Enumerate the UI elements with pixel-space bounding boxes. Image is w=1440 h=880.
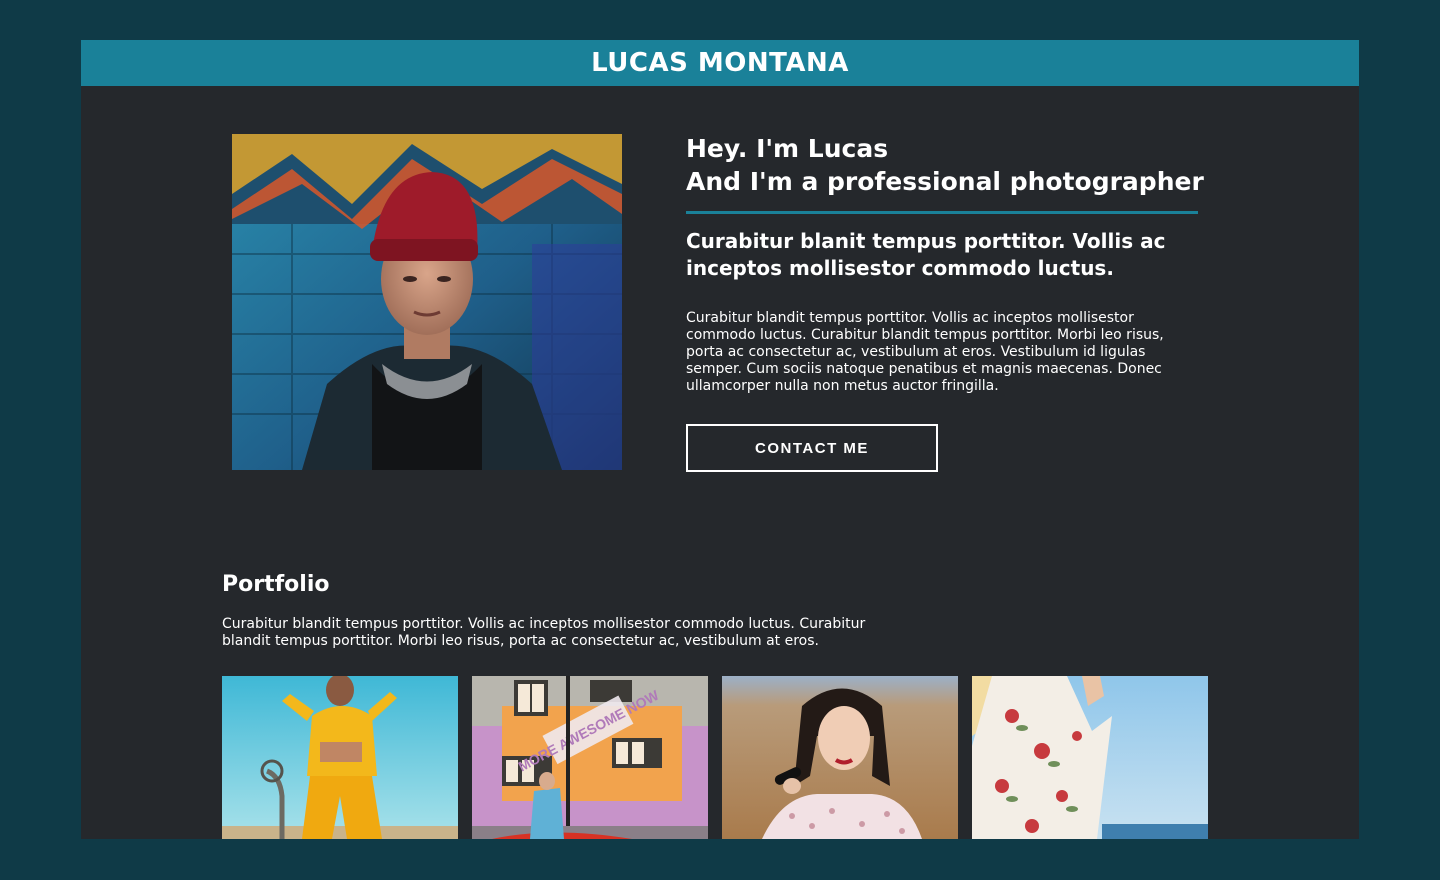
hero-portrait-photo <box>232 134 622 470</box>
hero-subheading: Curabitur blanit tempus porttitor. Volli… <box>686 229 1166 280</box>
page-panel: LUCAS MONTANA Hey. I'm Lucas And I'm a p… <box>81 40 1359 839</box>
portfolio-photo-yellow-outfit[interactable] <box>222 676 458 839</box>
portfolio-gallery: MORE AWESOME NOW <box>222 676 1208 839</box>
site-title[interactable]: LUCAS MONTANA <box>591 48 849 78</box>
portfolio-photo-pink-building[interactable]: MORE AWESOME NOW <box>472 676 708 839</box>
site-header: LUCAS MONTANA <box>81 40 1359 86</box>
accent-divider <box>686 211 1198 214</box>
hero-body-text: Curabitur blandit tempus porttitor. Voll… <box>686 310 1164 394</box>
contact-me-button[interactable]: CONTACT ME <box>686 424 938 472</box>
hero-heading-line-1: Hey. I'm Lucas <box>686 134 889 163</box>
hero-heading-line-2: And I'm a professional photographer <box>686 167 1204 196</box>
portfolio-title: Portfolio <box>222 572 330 597</box>
portfolio-photo-woman-field[interactable] <box>722 676 958 839</box>
portfolio-photo-floral-dress[interactable] <box>972 676 1208 839</box>
hero-intro: Hey. I'm Lucas And I'm a professional ph… <box>686 132 1204 472</box>
portfolio-description: Curabitur blandit tempus porttitor. Voll… <box>222 616 866 649</box>
